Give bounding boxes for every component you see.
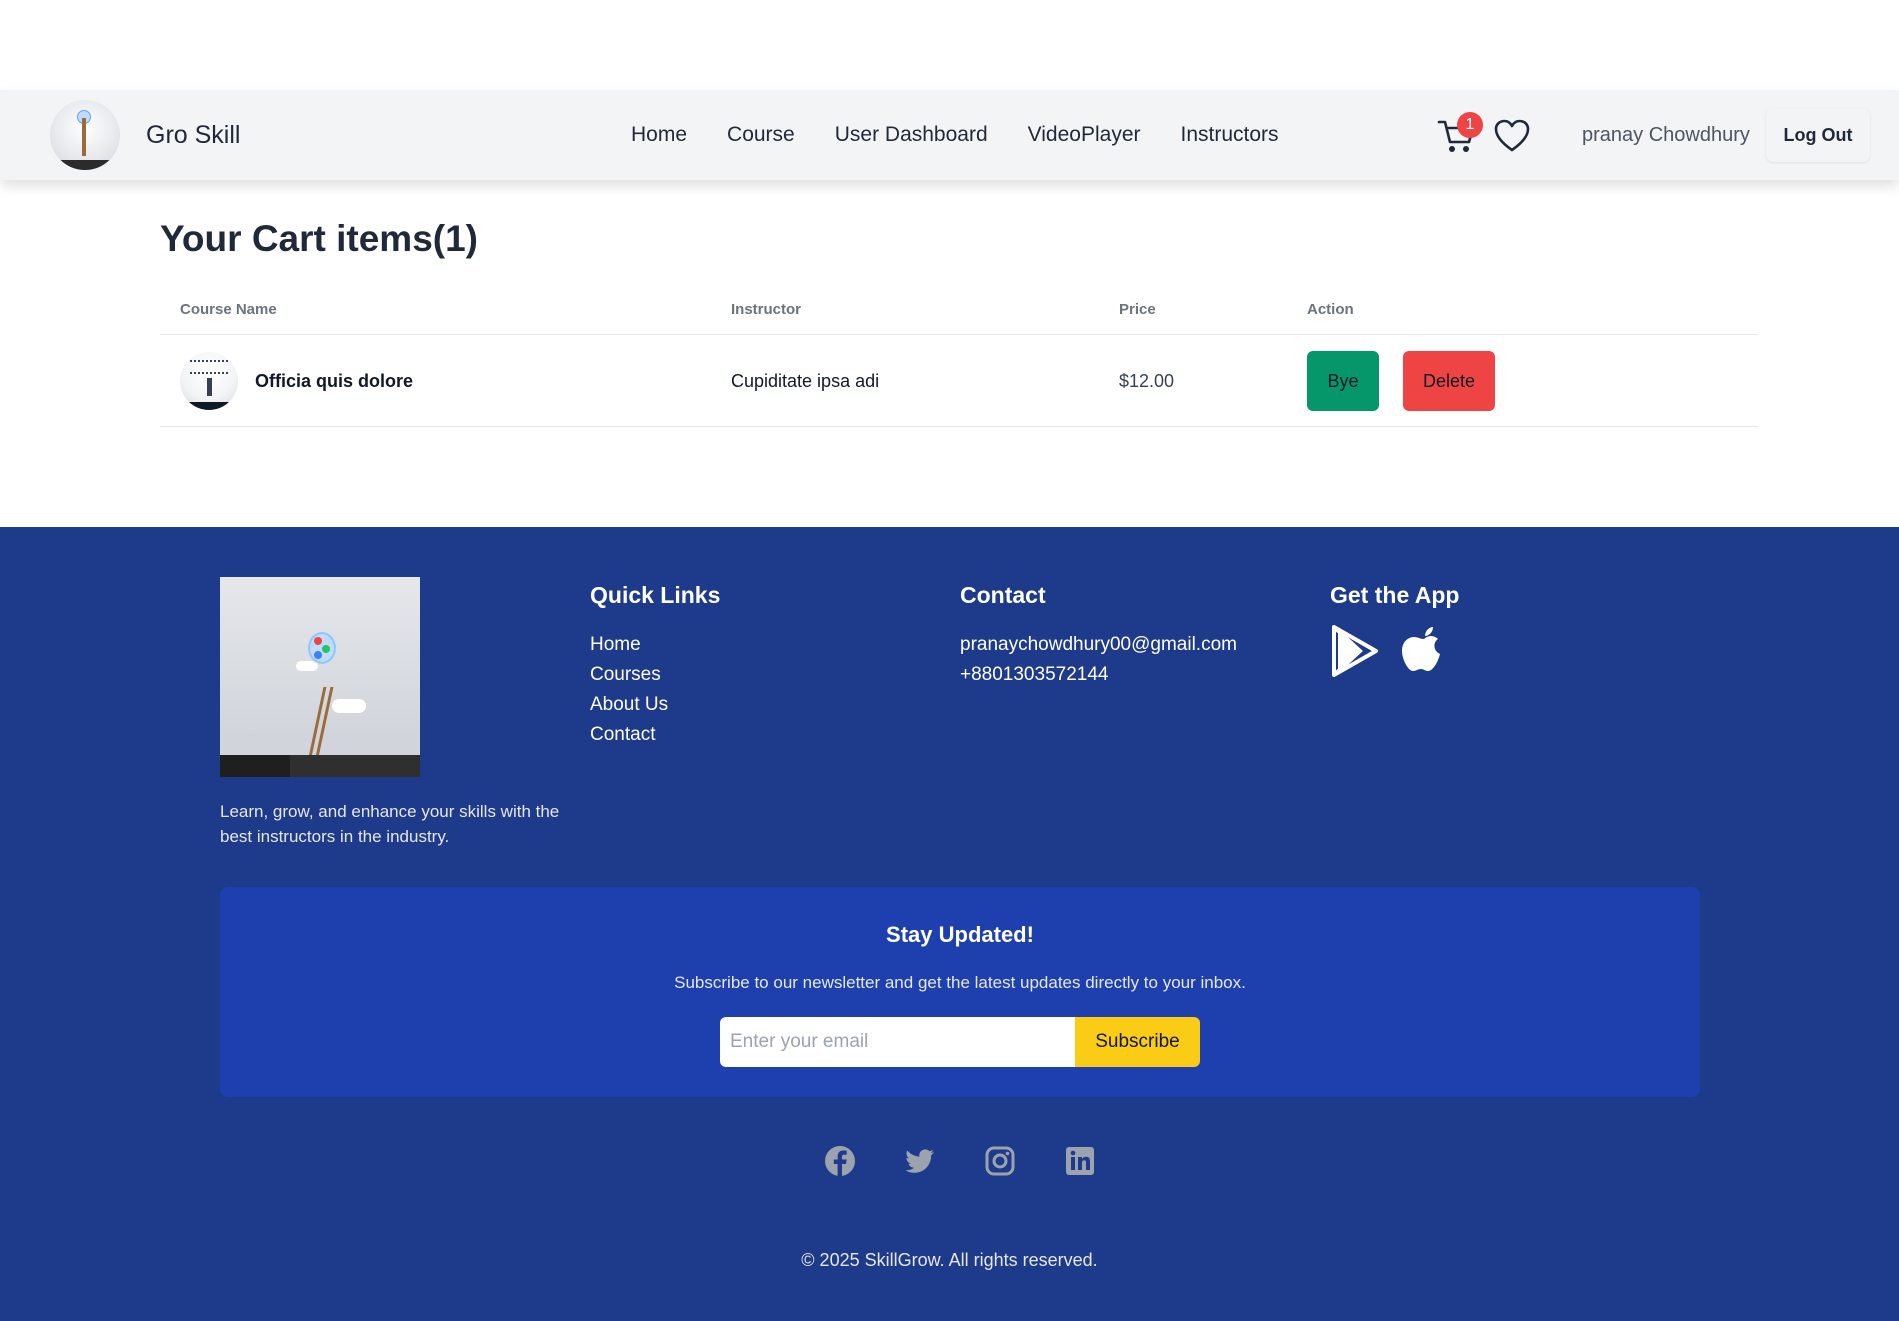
cart-table: Course Name Instructor Price Action Offi…	[160, 295, 1758, 427]
newsletter-subtitle: Subscribe to our newsletter and get the …	[674, 973, 1246, 992]
facebook-icon[interactable]	[824, 1145, 856, 1177]
footer-link-courses[interactable]: Courses	[590, 660, 668, 690]
brand-name[interactable]: Gro Skill	[146, 121, 240, 150]
quick-links-list: Home Courses About Us Contact	[590, 630, 668, 750]
cart-count-badge: 1	[1457, 112, 1483, 138]
column-header-price: Price	[1119, 301, 1156, 318]
newsletter-section: Stay Updated! Subscribe to our newslette…	[220, 887, 1700, 1097]
contact-phone[interactable]: +8801303572144	[960, 660, 1237, 690]
course-thumbnail	[180, 352, 238, 410]
footer: Learn, grow, and enhance your skills wit…	[0, 527, 1899, 1321]
contact-email[interactable]: pranaychowdhury00@gmail.com	[960, 630, 1237, 660]
navbar: Gro Skill Home Course User Dashboard Vid…	[0, 90, 1899, 180]
footer-link-contact[interactable]: Contact	[590, 720, 668, 750]
column-header-instructor: Instructor	[731, 301, 802, 318]
newsletter-title: Stay Updated!	[886, 922, 1034, 947]
cart-button[interactable]: 1	[1437, 112, 1483, 154]
table-header: Course Name Instructor Price Action	[160, 295, 1758, 335]
nav-link-videoplayer[interactable]: VideoPlayer	[1028, 123, 1141, 147]
subscribe-button[interactable]: Subscribe	[1075, 1017, 1200, 1067]
footer-logo-image	[220, 577, 420, 777]
footer-link-home[interactable]: Home	[590, 630, 668, 660]
brand[interactable]: Gro Skill	[50, 100, 240, 170]
twitter-icon[interactable]	[904, 1145, 936, 1177]
delete-button[interactable]: Delete	[1403, 351, 1495, 411]
get-app-title: Get the App	[1330, 582, 1460, 608]
linkedin-icon[interactable]	[1064, 1145, 1096, 1177]
nav-links: Home Course User Dashboard VideoPlayer I…	[631, 90, 1319, 180]
course-price: $12.00	[1119, 371, 1175, 391]
contact-list: pranaychowdhury00@gmail.com +88013035721…	[960, 630, 1237, 690]
instagram-icon[interactable]	[984, 1145, 1016, 1177]
copyright-text: © 2025 SkillGrow. All rights reserved.	[801, 1250, 1098, 1270]
footer-description: Learn, grow, and enhance your skills wit…	[220, 802, 560, 846]
heart-icon	[1494, 119, 1530, 152]
apple-icon[interactable]	[1400, 625, 1450, 677]
nav-link-user-dashboard[interactable]: User Dashboard	[835, 123, 988, 147]
user-name: pranay Chowdhury	[1582, 124, 1750, 146]
column-header-course-name: Course Name	[180, 301, 277, 318]
contact-title: Contact	[960, 582, 1046, 608]
course-instructor: Cupiditate ipsa adi	[731, 371, 880, 391]
brand-logo[interactable]	[50, 100, 120, 170]
google-play-icon[interactable]	[1330, 625, 1380, 677]
nav-link-instructors[interactable]: Instructors	[1181, 123, 1279, 147]
column-header-action: Action	[1307, 301, 1354, 318]
footer-link-about-us[interactable]: About Us	[590, 690, 668, 720]
page-title: Your Cart items(1)	[160, 218, 478, 259]
newsletter-email-input[interactable]	[720, 1017, 1076, 1067]
nav-link-course[interactable]: Course	[727, 123, 795, 147]
nav-link-home[interactable]: Home	[631, 123, 687, 147]
logout-button[interactable]: Log Out	[1766, 108, 1870, 162]
buy-button[interactable]: Bye	[1307, 351, 1379, 411]
quick-links-title: Quick Links	[590, 582, 721, 608]
course-name: Officia quis dolore	[255, 371, 414, 391]
table-row: Officia quis dolore Cupiditate ipsa adi …	[160, 335, 1758, 427]
wishlist-button[interactable]	[1494, 119, 1530, 153]
